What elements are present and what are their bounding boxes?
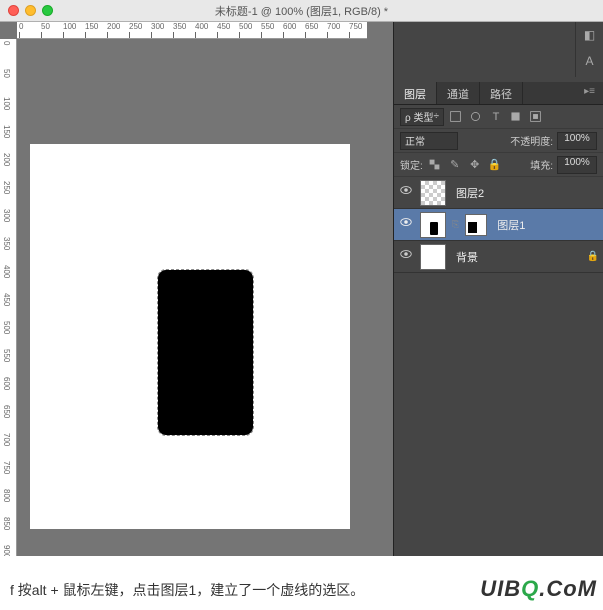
ruler-tick: 400 [2, 265, 11, 278]
ruler-tick: 0 [19, 22, 23, 38]
tab-paths[interactable]: 路径 [480, 82, 523, 104]
layer-mask-thumbnail[interactable] [465, 214, 487, 236]
lock-icon: 🔒 [587, 251, 599, 262]
ruler-tick: 900 [2, 545, 11, 556]
layer-name[interactable]: 图层2 [456, 185, 484, 201]
panel-icon[interactable]: ◧ [576, 22, 603, 48]
opacity-field[interactable]: 100% [557, 132, 597, 150]
black-rounded-rectangle-selection[interactable] [158, 270, 253, 435]
ruler-tick: 250 [129, 22, 142, 38]
close-button[interactable] [8, 5, 19, 16]
ruler-vertical[interactable]: 0 50 100 150 200 250 300 350 400 450 500… [0, 39, 17, 556]
ruler-tick: 0 [2, 41, 11, 45]
ruler-tick: 200 [107, 22, 120, 38]
ruler-tick: 300 [2, 209, 11, 222]
link-icon: ⎘ [452, 219, 459, 230]
filter-pixel-icon[interactable] [448, 109, 464, 125]
filter-adjust-icon[interactable] [468, 109, 484, 125]
ruler-tick: 750 [349, 22, 362, 38]
ruler-tick: 500 [239, 22, 252, 38]
ruler-tick: 700 [2, 433, 11, 446]
filter-shape-icon[interactable] [508, 109, 524, 125]
layer-type-filter[interactable]: ρ 类型 ÷ [400, 108, 444, 126]
layer-thumbnail[interactable] [420, 180, 446, 206]
visibility-toggle[interactable] [398, 247, 414, 266]
zoom-button[interactable] [42, 5, 53, 16]
layer-thumbnail[interactable] [420, 244, 446, 270]
lock-transparency-icon[interactable] [427, 157, 443, 173]
document-title: 未标题-1 @ 100% (图层1, RGB/8) * [215, 3, 388, 19]
fill-label: 填充: [530, 157, 553, 172]
layer-row[interactable]: 背景 🔒 [394, 241, 603, 273]
layer-row-selected[interactable]: ⎘ 图层1 [394, 209, 603, 241]
minimize-button[interactable] [25, 5, 36, 16]
layer-row[interactable]: 图层2 [394, 177, 603, 209]
ruler-tick: 200 [2, 153, 11, 166]
collapsed-panels-strip: ◧ A [575, 22, 603, 77]
ruler-tick: 250 [2, 181, 11, 194]
ruler-tick: 450 [2, 293, 11, 306]
ruler-tick: 50 [2, 69, 11, 78]
ruler-tick: 400 [195, 22, 208, 38]
ruler-tick: 600 [283, 22, 296, 38]
tab-channels[interactable]: 通道 [437, 82, 480, 104]
blend-mode-select[interactable]: 正常 [400, 132, 458, 150]
lock-position-icon[interactable]: ✥ [467, 157, 483, 173]
layer-name[interactable]: 图层1 [497, 217, 525, 233]
ruler-tick: 500 [2, 321, 11, 334]
opacity-label: 不透明度: [510, 133, 553, 148]
lock-pixels-icon[interactable]: ✎ [447, 157, 463, 173]
blend-opacity-row: 正常 不透明度: 100% [394, 129, 603, 153]
canvas-area[interactable] [17, 39, 367, 556]
visibility-toggle[interactable] [398, 215, 414, 234]
ruler-tick: 750 [2, 461, 11, 474]
lock-fill-row: 锁定: ✎ ✥ 🔒 填充: 100% [394, 153, 603, 177]
panel-tabs: 图层 通道 路径 ▸≡ [394, 82, 603, 105]
ruler-tick: 550 [2, 349, 11, 362]
layer-filter-row: ρ 类型 ÷ T [394, 105, 603, 129]
ruler-tick: 650 [305, 22, 318, 38]
ruler-tick: 450 [217, 22, 230, 38]
lock-label: 锁定: [400, 157, 423, 172]
lock-all-icon[interactable]: 🔒 [487, 157, 503, 173]
ruler-tick: 850 [2, 517, 11, 530]
filter-text-icon[interactable]: T [488, 109, 504, 125]
ruler-tick: 650 [2, 405, 11, 418]
window-controls [8, 5, 53, 16]
ruler-tick: 300 [151, 22, 164, 38]
caption-area: f 按alt + 鼠标左键，点击图层1，建立了一个虚线的选区。 UIBQ.CoM [0, 556, 603, 610]
ruler-tick: 700 [327, 22, 340, 38]
ruler-tick: 800 [2, 489, 11, 502]
panel-icon[interactable]: A [576, 48, 603, 74]
panel-menu-icon[interactable]: ▸≡ [576, 82, 603, 104]
fill-field[interactable]: 100% [557, 156, 597, 174]
ruler-tick: 350 [2, 237, 11, 250]
ruler-tick: 150 [2, 125, 11, 138]
layer-thumbnail[interactable] [420, 212, 446, 238]
tab-layers[interactable]: 图层 [394, 82, 437, 104]
ruler-tick: 150 [85, 22, 98, 38]
ruler-tick: 550 [261, 22, 274, 38]
panels: 图层 通道 路径 ▸≡ ρ 类型 ÷ T 正常 不透明度: 100% 锁定: ✎… [393, 22, 603, 556]
visibility-toggle[interactable] [398, 183, 414, 202]
ruler-tick: 600 [2, 377, 11, 390]
caption-text: f 按alt + 鼠标左键，点击图层1，建立了一个虚线的选区。 [10, 582, 364, 598]
layer-list: 图层2 ⎘ 图层1 背景 🔒 [394, 177, 603, 273]
ruler-tick: 100 [63, 22, 76, 38]
ruler-horizontal[interactable]: 0 50 100 150 200 250 300 350 400 450 500… [17, 22, 367, 39]
watermark: UIBQ.CoM [480, 576, 597, 602]
titlebar: 未标题-1 @ 100% (图层1, RGB/8) * [0, 0, 603, 22]
layer-name[interactable]: 背景 [456, 249, 478, 265]
ruler-tick: 350 [173, 22, 186, 38]
ruler-tick: 100 [2, 97, 11, 110]
filter-smart-icon[interactable] [528, 109, 544, 125]
ruler-tick: 50 [41, 22, 50, 38]
canvas[interactable] [30, 144, 350, 529]
